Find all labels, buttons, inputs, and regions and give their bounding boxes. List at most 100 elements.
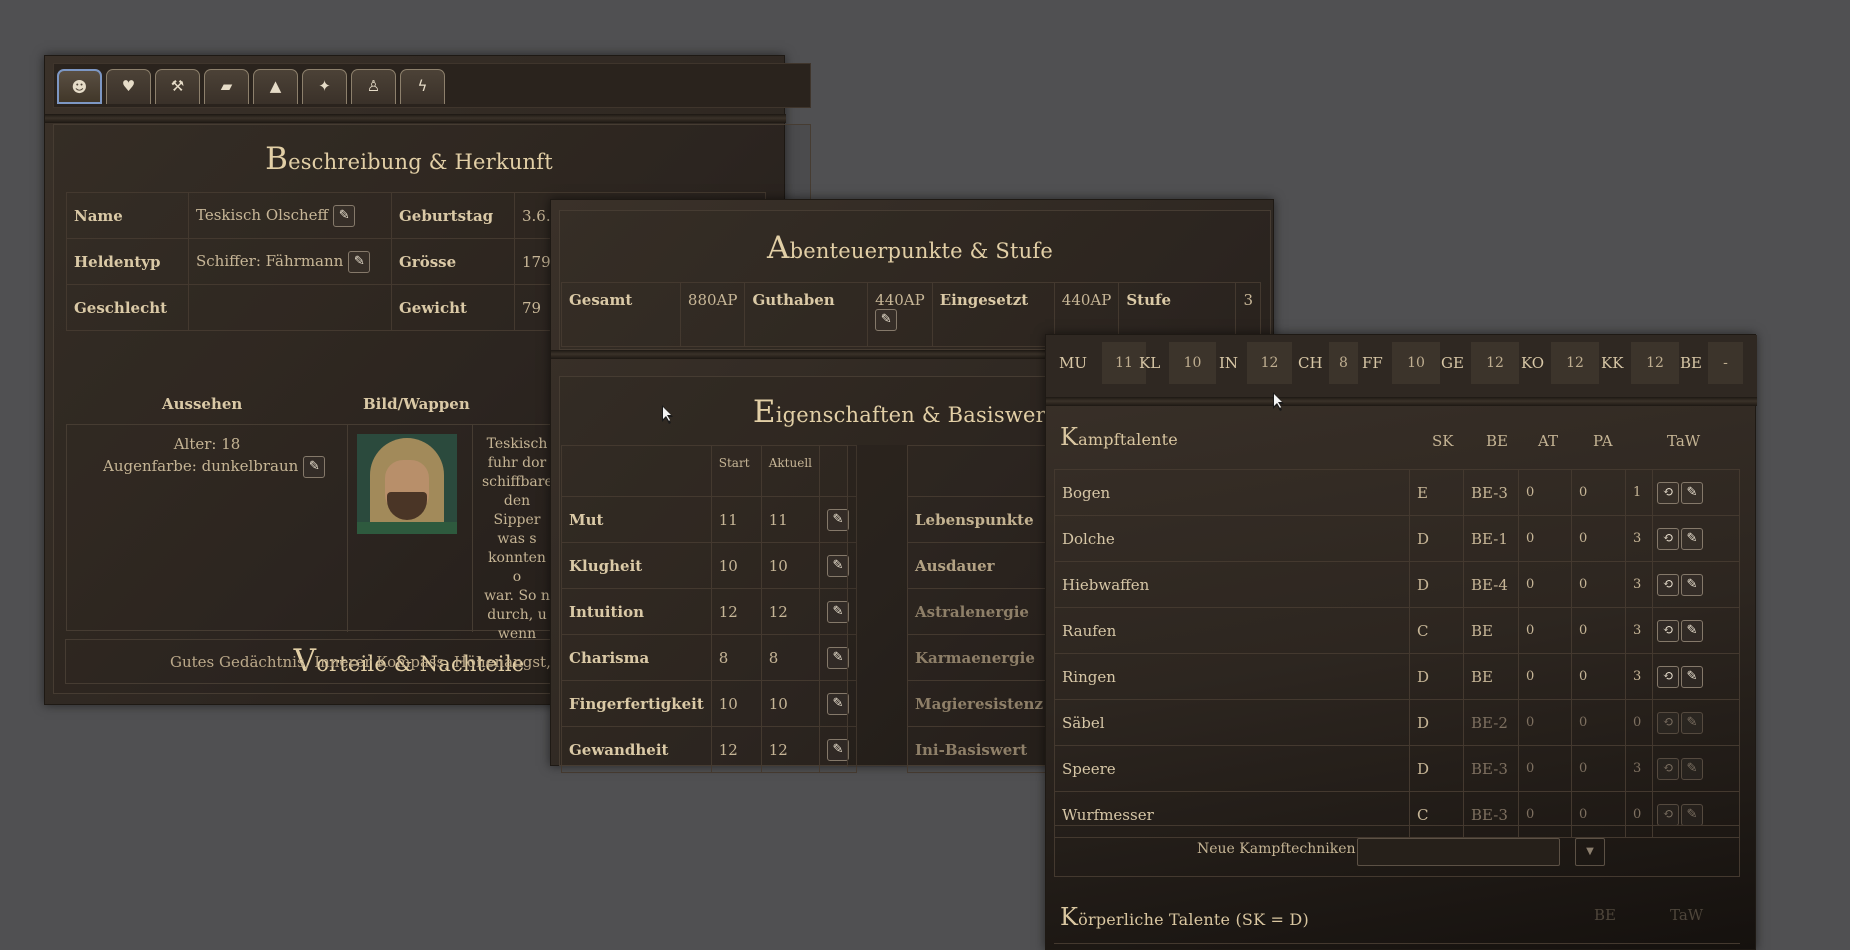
attribute-start: 8 <box>710 634 762 681</box>
attribute-start: 10 <box>710 680 762 727</box>
gewicht-label: Gewicht <box>391 284 515 331</box>
section-title-ap: Abenteuerpunkte & Stufe <box>767 230 1053 266</box>
talent-name: Speere <box>1054 745 1410 792</box>
attribute-row: Charisma 8 8 ✎ <box>561 634 857 681</box>
attribute-start: 11 <box>710 496 762 543</box>
talent-at: 0 <box>1518 653 1572 700</box>
refresh-icon: ⟲ <box>1662 530 1674 546</box>
edit-ap-button[interactable]: ✎ <box>875 309 898 331</box>
tab-magic[interactable]: ✦ <box>302 69 347 104</box>
tab-education[interactable]: ▲ <box>253 69 298 104</box>
base-value-name: Magieresistenz <box>907 680 1067 727</box>
refresh-talent-button[interactable]: ⟲ <box>1657 665 1679 688</box>
talent-actions: ⟲ ✎ <box>1652 469 1740 516</box>
edit-attribute-button[interactable]: ✎ <box>827 508 849 531</box>
talent-taw: 0 <box>1625 699 1653 746</box>
magic-wand-icon: ✦ <box>318 77 331 95</box>
talent-row: Raufen C BE 0 0 3 ⟲ ✎ <box>1054 607 1740 654</box>
talent-at: 0 <box>1518 561 1572 608</box>
talent-sk: C <box>1409 607 1464 654</box>
talent-sk: D <box>1409 745 1464 792</box>
edit-heldentyp-button[interactable]: ✎ <box>348 250 371 273</box>
talent-row: Dolche D BE-1 0 0 3 ⟲ ✎ <box>1054 515 1740 562</box>
talent-sk: D <box>1409 653 1464 700</box>
attribute-start: 12 <box>710 726 762 773</box>
section-title-description: Beschreibung & Herkunft <box>265 141 553 177</box>
edit-name-button[interactable]: ✎ <box>333 204 356 227</box>
talent-be: BE-2 <box>1463 699 1519 746</box>
edit-attribute-button[interactable]: ✎ <box>827 692 849 715</box>
story-line: schiffbare <box>482 474 553 490</box>
edit-talent-button[interactable]: ✎ <box>1681 757 1703 780</box>
tab-religion[interactable]: ♙ <box>351 69 396 104</box>
hero-portrait <box>357 434 457 534</box>
kampftalente-table: Bogen E BE-3 0 0 1 ⟲ ✎ Dolche D BE-1 0 0 3 ⟲ ✎ Hiebwaffe… <box>1054 469 1740 838</box>
pencil-icon: ✎ <box>1686 484 1698 500</box>
talent-pa: 0 <box>1571 653 1626 700</box>
refresh-talent-button[interactable]: ⟲ <box>1657 573 1679 596</box>
refresh-talent-button[interactable]: ⟲ <box>1657 803 1679 826</box>
section-title-kampftalente: Kampftalente <box>1060 423 1178 451</box>
refresh-icon: ⟲ <box>1662 622 1674 638</box>
attribute-name: Gewandheit <box>561 726 712 773</box>
refresh-talent-button[interactable]: ⟲ <box>1657 619 1679 642</box>
talent-be: BE-3 <box>1463 469 1519 516</box>
refresh-talent-button[interactable]: ⟲ <box>1657 481 1679 504</box>
edit-talent-button[interactable]: ✎ <box>1681 527 1703 550</box>
refresh-icon: ⟲ <box>1662 806 1674 822</box>
edit-attribute-button[interactable]: ✎ <box>827 738 849 761</box>
edit-attribute-button[interactable]: ✎ <box>827 646 849 669</box>
geschlecht-value <box>188 284 392 331</box>
edit-attribute-button[interactable]: ✎ <box>827 554 849 577</box>
pencil-icon: ✎ <box>1686 668 1698 684</box>
header-be: BE <box>1486 432 1508 450</box>
tab-health[interactable]: ♥ <box>106 69 151 104</box>
refresh-icon: ⟲ <box>1662 760 1674 776</box>
pencil-icon: ✎ <box>832 695 844 711</box>
attribute-row: Gewandheit 12 12 ✎ <box>561 726 857 773</box>
talent-sk: E <box>1409 469 1464 516</box>
edit-talent-button[interactable]: ✎ <box>1681 619 1703 642</box>
heart-icon: ♥ <box>121 77 136 95</box>
talents-window: MU 11 KL 10 IN 12 CH 8 FF 10 GE 12 KO 12 KK 12 B… <box>1045 334 1757 950</box>
base-value-name: Karmaenergie <box>907 634 1067 681</box>
attribute-name: Intuition <box>561 588 712 635</box>
talent-taw: 3 <box>1625 607 1653 654</box>
attribute-name: Mut <box>561 496 712 543</box>
heldentyp-label: Heldentyp <box>66 238 189 285</box>
talent-name: Ringen <box>1054 653 1410 700</box>
talent-at: 0 <box>1518 469 1572 516</box>
refresh-talent-button[interactable]: ⟲ <box>1657 757 1679 780</box>
name-cell: Teskisch Olscheff ✎ <box>188 192 392 239</box>
header-at: AT <box>1538 432 1559 450</box>
tab-powers[interactable]: ϟ <box>400 69 445 104</box>
neue-kampftechniken-select[interactable] <box>1357 838 1560 866</box>
story-line: den Sipper <box>493 493 541 528</box>
pencil-icon: ✎ <box>338 207 350 223</box>
talent-actions: ⟲ ✎ <box>1652 607 1740 654</box>
pencil-icon: ✎ <box>353 253 365 269</box>
talent-actions: ⟲ ✎ <box>1652 561 1740 608</box>
edit-talent-button[interactable]: ✎ <box>1681 573 1703 596</box>
attribute-row: Klugheit 10 10 ✎ <box>561 542 857 589</box>
tab-combat[interactable]: ⚒ <box>155 69 200 104</box>
refresh-talent-button[interactable]: ⟲ <box>1657 527 1679 550</box>
edit-appearance-button[interactable]: ✎ <box>303 456 326 478</box>
tab-person[interactable]: ☻ <box>57 69 102 104</box>
dropdown-button[interactable]: ▼ <box>1575 838 1605 866</box>
edit-talent-button[interactable]: ✎ <box>1681 803 1703 826</box>
refresh-talent-button[interactable]: ⟲ <box>1657 711 1679 734</box>
edit-talent-button[interactable]: ✎ <box>1681 665 1703 688</box>
talent-row: Hiebwaffen D BE-4 0 0 3 ⟲ ✎ <box>1054 561 1740 608</box>
idol-icon: ♙ <box>366 77 381 95</box>
edit-attribute-button[interactable]: ✎ <box>827 600 849 623</box>
gesamt-label: Gesamt <box>561 282 681 347</box>
col-aktuell: Aktuell <box>760 445 821 497</box>
edit-talent-button[interactable]: ✎ <box>1681 481 1703 504</box>
edit-talent-button[interactable]: ✎ <box>1681 711 1703 734</box>
attribute-aktuell: 11 <box>760 496 821 543</box>
refresh-icon: ⟲ <box>1662 576 1674 592</box>
talent-pa: 0 <box>1571 561 1626 608</box>
tab-inventory[interactable]: ▰ <box>204 69 249 104</box>
attribute-start: 10 <box>710 542 762 589</box>
